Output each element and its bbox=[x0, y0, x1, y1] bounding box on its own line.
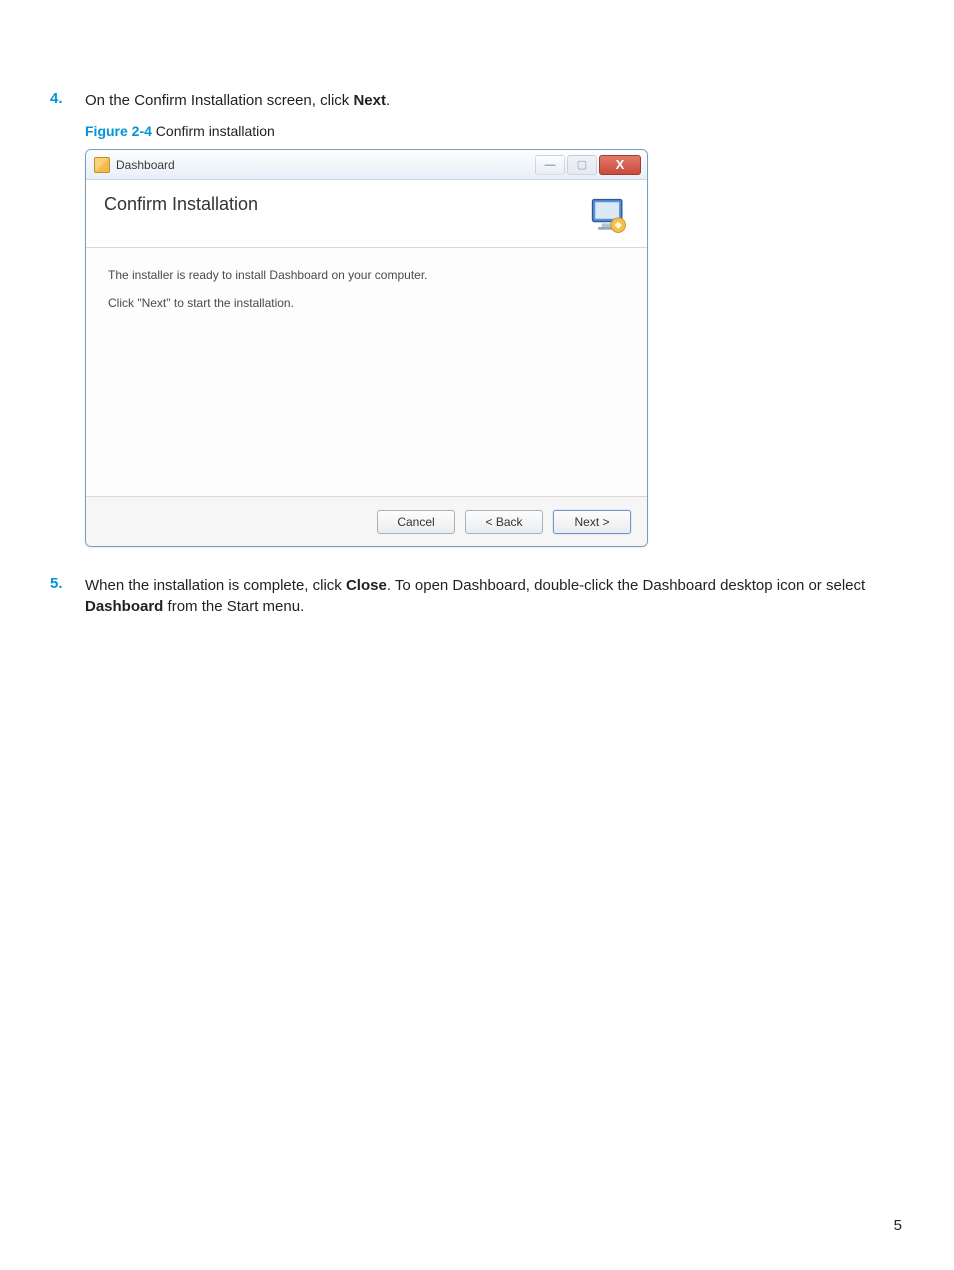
close-icon: X bbox=[616, 157, 625, 172]
next-button[interactable]: Next > bbox=[553, 510, 631, 534]
computer-monitor-icon bbox=[587, 194, 631, 238]
window-title: Dashboard bbox=[116, 158, 533, 172]
figure-title: Confirm installation bbox=[152, 123, 275, 139]
close-button[interactable]: X bbox=[599, 155, 641, 175]
installer-window: Dashboard — ▢ X Confirm Installation bbox=[85, 149, 648, 547]
maximize-button[interactable]: ▢ bbox=[567, 155, 597, 175]
cancel-button-label: Cancel bbox=[397, 515, 434, 529]
back-button-label: < Back bbox=[485, 515, 522, 529]
minimize-button[interactable]: — bbox=[535, 155, 565, 175]
figure-label: Figure 2-4 bbox=[85, 123, 152, 139]
minimize-icon: — bbox=[545, 159, 556, 171]
installer-footer: Cancel < Back Next > bbox=[86, 496, 647, 546]
step-4-text-after: . bbox=[386, 92, 390, 109]
cancel-button[interactable]: Cancel bbox=[377, 510, 455, 534]
step-5-text-before: When the installation is complete, click bbox=[85, 577, 346, 594]
installer-body-line2: Click "Next" to start the installation. bbox=[108, 296, 625, 310]
installer-header: Confirm Installation bbox=[86, 180, 647, 248]
window-controls: — ▢ X bbox=[533, 155, 641, 175]
document-page: 4. On the Confirm Installation screen, c… bbox=[0, 0, 954, 1270]
step-4: 4. On the Confirm Installation screen, c… bbox=[50, 90, 904, 111]
step-5-bold1: Close bbox=[346, 577, 387, 594]
maximize-icon: ▢ bbox=[577, 158, 587, 171]
installer-body: The installer is ready to install Dashbo… bbox=[86, 248, 647, 496]
figure-caption: Figure 2-4 Confirm installation bbox=[85, 123, 904, 139]
step-5: 5. When the installation is complete, cl… bbox=[50, 575, 904, 617]
step-4-number: 4. bbox=[50, 90, 85, 111]
back-button[interactable]: < Back bbox=[465, 510, 543, 534]
installer-app-icon bbox=[94, 157, 110, 173]
step-5-text: When the installation is complete, click… bbox=[85, 575, 904, 617]
screenshot-wrapper: Dashboard — ▢ X Confirm Installation bbox=[85, 149, 904, 547]
window-titlebar: Dashboard — ▢ X bbox=[86, 150, 647, 180]
page-number: 5 bbox=[894, 1217, 902, 1234]
step-4-bold: Next bbox=[353, 92, 386, 109]
step-5-text-after: from the Start menu. bbox=[163, 598, 304, 615]
step-4-text: On the Confirm Installation screen, clic… bbox=[85, 90, 904, 111]
step-5-mid: . To open Dashboard, double-click the Da… bbox=[387, 577, 865, 594]
step-4-text-before: On the Confirm Installation screen, clic… bbox=[85, 92, 353, 109]
next-button-label: Next > bbox=[574, 515, 609, 529]
step-5-bold2: Dashboard bbox=[85, 598, 163, 615]
installer-header-title: Confirm Installation bbox=[104, 194, 258, 215]
step-5-number: 5. bbox=[50, 575, 85, 617]
installer-body-line1: The installer is ready to install Dashbo… bbox=[108, 268, 625, 282]
